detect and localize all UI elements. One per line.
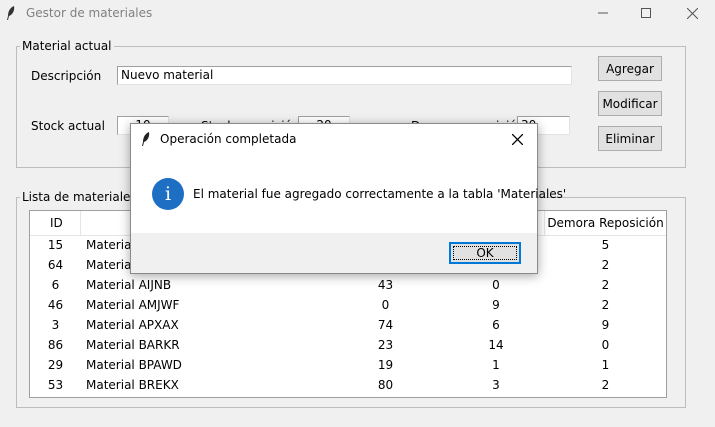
cell-stock-actual: 19 xyxy=(377,358,394,372)
cell-stock-actual: 43 xyxy=(377,278,394,292)
cell-demora-reposicion: 2 xyxy=(601,278,610,292)
descripcion-label: Descripción xyxy=(31,69,102,83)
cell-descripcion: Material AIJNB xyxy=(86,278,172,292)
cell-stock-actual: 74 xyxy=(377,318,394,332)
table-row[interactable]: 86 Material BARKR 23 14 0 xyxy=(30,335,666,355)
agregar-button[interactable]: Agregar xyxy=(598,56,662,81)
cell-stock-reposicion: 1 xyxy=(492,358,500,372)
cell-demora-reposicion: 2 xyxy=(601,258,610,272)
cell-id: 29 xyxy=(47,358,64,372)
cell-stock-reposicion: 3 xyxy=(492,378,500,392)
cell-descripcion: Material BARKR xyxy=(86,338,180,352)
cell-stock-actual: 23 xyxy=(377,338,394,352)
cell-stock-reposicion: 0 xyxy=(492,278,500,292)
dialog-close-button[interactable] xyxy=(505,128,529,150)
dialog-footer: OK xyxy=(131,233,537,273)
cell-descripcion: Material AMJWF xyxy=(86,298,180,312)
close-icon xyxy=(511,133,523,145)
cell-id: 3 xyxy=(51,318,60,332)
column-header-demora-reposicion[interactable]: Demora Reposición xyxy=(545,211,666,235)
feather-icon xyxy=(7,6,15,20)
cell-descripcion: Material BREKX xyxy=(86,378,179,392)
eliminar-button[interactable]: Eliminar xyxy=(598,126,662,151)
info-dialog: Operación completada i El material fue a… xyxy=(130,123,566,274)
close-icon xyxy=(686,7,698,19)
cell-stock-reposicion: 6 xyxy=(492,318,500,332)
close-window-button[interactable] xyxy=(669,0,715,26)
minimize-button[interactable] xyxy=(580,0,626,26)
table-row[interactable]: 6 Material AIJNB 43 0 2 xyxy=(30,275,666,295)
table-row[interactable]: 53 Material BREKX 80 3 2 xyxy=(30,375,666,395)
cell-id: 15 xyxy=(47,238,64,252)
cell-demora-reposicion: 2 xyxy=(601,298,610,312)
title-bar: Gestor de materiales xyxy=(0,0,715,26)
dialog-body: i El material fue agregado correctamente… xyxy=(131,154,566,233)
minimize-icon xyxy=(598,12,608,14)
info-icon: i xyxy=(152,178,184,210)
cell-id: 53 xyxy=(47,378,64,392)
table-row[interactable]: 29 Material BPAWD 19 1 1 xyxy=(30,355,666,375)
cell-id: 64 xyxy=(47,258,64,272)
cell-stock-reposicion: 14 xyxy=(488,338,504,352)
cell-stock-actual: 0 xyxy=(381,298,390,312)
dialog-title: Operación completada xyxy=(160,132,297,146)
table-row[interactable]: 46 Material AMJWF 0 9 2 xyxy=(30,295,666,315)
dialog-title-bar: Operación completada xyxy=(131,124,537,154)
cell-id: 46 xyxy=(47,298,64,312)
stock-actual-label: Stock actual xyxy=(31,119,105,133)
modificar-button[interactable]: Modificar xyxy=(598,91,662,116)
maximize-button[interactable] xyxy=(623,0,669,26)
cell-id: 86 xyxy=(47,338,64,352)
cell-descripcion: Material APXAX xyxy=(86,318,179,332)
feather-icon xyxy=(142,132,150,146)
cell-stock-reposicion: 9 xyxy=(492,298,500,312)
dialog-message: El material fue agregado correctamente a… xyxy=(193,187,567,201)
table-row[interactable]: 3 Material APXAX 74 6 9 xyxy=(30,315,666,335)
cell-stock-actual: 80 xyxy=(377,378,394,392)
cell-demora-reposicion: 0 xyxy=(601,338,610,352)
cell-demora-reposicion: 9 xyxy=(601,318,610,332)
cell-demora-reposicion: 5 xyxy=(601,238,610,252)
column-header-id[interactable]: ID xyxy=(30,211,81,235)
descripcion-input[interactable]: Nuevo material xyxy=(117,66,572,85)
cell-demora-reposicion: 1 xyxy=(601,358,610,372)
window-title: Gestor de materiales xyxy=(26,6,153,20)
cell-demora-reposicion: 2 xyxy=(601,378,610,392)
ok-button[interactable]: OK xyxy=(449,242,521,264)
lista-materiales-group-title: Lista de materiales xyxy=(20,190,139,204)
material-actual-group-title: Material actual xyxy=(20,39,114,53)
cell-id: 6 xyxy=(51,278,60,292)
cell-descripcion: Material BPAWD xyxy=(86,358,182,372)
maximize-icon xyxy=(641,8,651,18)
